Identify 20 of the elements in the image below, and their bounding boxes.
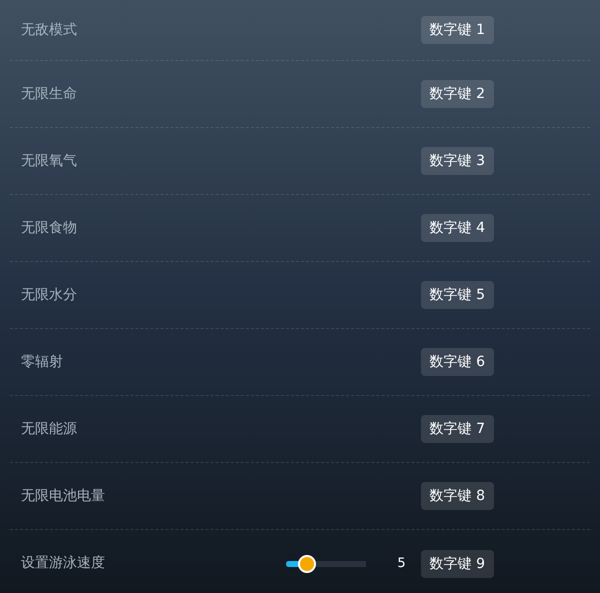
option-label: 无限食物 (21, 218, 78, 238)
option-label: 无敌模式 (21, 20, 78, 40)
option-label: 无限电池电量 (21, 486, 106, 506)
hotkey-button[interactable]: 数字键 4 (420, 214, 494, 242)
option-label: 无限生命 (21, 84, 78, 104)
slider-thumb[interactable] (298, 554, 316, 572)
hotkey-button[interactable]: 数字键 7 (420, 415, 494, 443)
option-label: 无限能源 (21, 420, 78, 438)
hotkey-button[interactable]: 数字键 1 (420, 16, 494, 44)
hotkey-button[interactable]: 数字键 6 (420, 348, 494, 376)
hotkey-button[interactable]: 数字键 8 (420, 482, 494, 510)
option-label: 零辐射 (21, 352, 64, 372)
option-label: 无限水分 (21, 286, 78, 304)
hotkey-button[interactable]: 数字键 2 (420, 80, 494, 108)
hotkey-button[interactable]: 数字键 3 (420, 147, 494, 175)
hotkey-button[interactable]: 数字键 9 (420, 550, 494, 578)
slider-value: 5 (396, 554, 406, 573)
option-label: 无限氧气 (21, 152, 78, 170)
hotkey-button[interactable]: 数字键 5 (420, 281, 494, 309)
option-label: 设置游泳速度 (21, 554, 106, 573)
